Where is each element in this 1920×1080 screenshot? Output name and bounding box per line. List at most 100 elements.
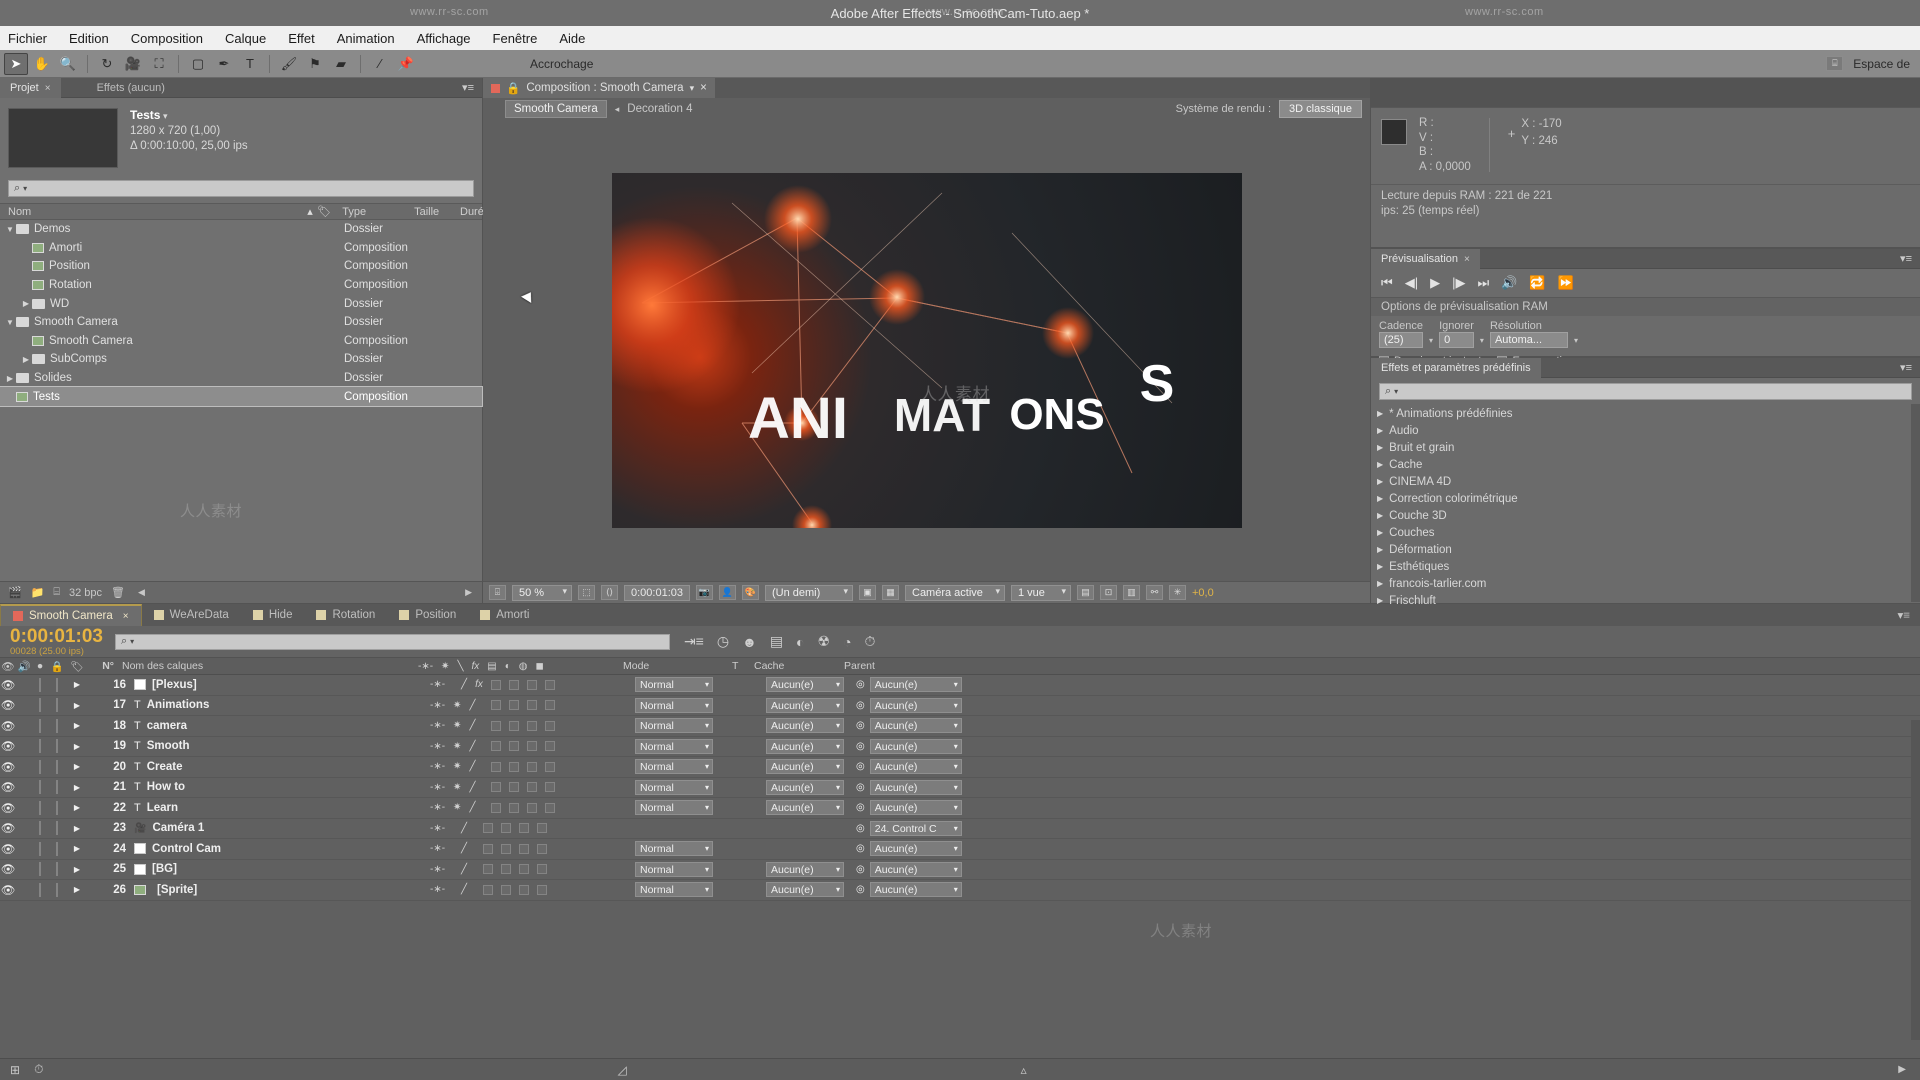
pickwhip-icon[interactable]: ◎ <box>856 782 865 793</box>
new-folder-icon[interactable]: 📁 <box>31 586 45 599</box>
layer-switches[interactable]: -∗- ╱ <box>424 823 629 834</box>
twirl-right-icon[interactable]: ▶ <box>1377 494 1383 503</box>
zoom-out-icon[interactable]: ◿ <box>617 1063 626 1077</box>
layer-mode-select[interactable]: Normal <box>635 841 713 857</box>
col-taille[interactable]: Taille <box>406 206 452 218</box>
frameblend-toggle[interactable] <box>483 823 494 834</box>
interpret-footage-icon[interactable]: ⌸ <box>53 586 60 599</box>
twirl-icon[interactable]: ▼ <box>4 318 16 327</box>
layer-visibility-toggle[interactable]: 👁 <box>0 739 16 753</box>
pickwhip-icon[interactable]: ◎ <box>856 802 865 813</box>
layer-name-cell[interactable]: Tcamera <box>134 720 424 732</box>
chevron-down-icon[interactable]: ▾ <box>1429 336 1433 348</box>
frameblend-toggle[interactable] <box>491 782 502 793</box>
three-d-toggle[interactable] <box>537 884 548 895</box>
layer-lock-toggle[interactable] <box>48 800 66 815</box>
shy-toggle[interactable]: -∗- <box>430 823 445 834</box>
text-tool[interactable]: T <box>238 53 262 75</box>
composition-breadcrumb[interactable]: Smooth Camera ◂ Decoration 4 Système de … <box>483 98 1370 120</box>
adjustment-toggle[interactable] <box>519 864 530 875</box>
effect-category-row[interactable]: ▶ francois-tarlier.com <box>1371 575 1920 592</box>
effects-category-list[interactable]: ▶ * Animations prédéfinies ▶ Audio ▶ Bruit et… <box>1371 405 1920 609</box>
motionblur-toggle[interactable] <box>509 741 520 752</box>
layer-twirl-icon[interactable]: ▶ <box>66 701 88 710</box>
layer-lock-toggle[interactable] <box>48 862 66 877</box>
effect-category-row[interactable]: ▶ Correction colorimétrique <box>1371 490 1920 507</box>
layer-name-cell[interactable]: Control Cam <box>134 843 424 855</box>
layer-twirl-icon[interactable]: ▶ <box>66 824 88 833</box>
graph-editor-icon[interactable]: ◔ <box>843 634 851 650</box>
collapse-toggle[interactable]: ✷ <box>453 802 461 813</box>
frame-render-time-icon[interactable]: ⏱ <box>34 1062 43 1077</box>
quality-toggle[interactable]: ╱ <box>469 802 475 813</box>
layer-mode-select[interactable]: Normal <box>635 861 713 877</box>
timeline-tab-bar[interactable]: Smooth Camera × WeAreData Hide Rotation Posit… <box>0 604 1920 626</box>
breadcrumb-current[interactable]: Smooth Camera <box>505 100 607 118</box>
layer-cache-cell[interactable]: Aucun(e) <box>766 882 856 898</box>
shape-tool[interactable]: ▢ <box>186 53 210 75</box>
motionblur-toggle[interactable] <box>501 864 512 875</box>
project-row[interactable]: Tests Composition <box>0 386 483 407</box>
render-system-control[interactable]: Système de rendu : 3D classique <box>1176 100 1370 118</box>
hand-tool[interactable]: ✋ <box>30 53 54 75</box>
col-type[interactable]: Type <box>334 206 406 218</box>
layer-name-cell[interactable]: T Learn <box>134 802 424 814</box>
chevron-down-icon[interactable]: ▾ <box>130 637 134 646</box>
layer-parent-cell[interactable]: ◎ Aucun(e) <box>856 738 981 754</box>
shy-toggle[interactable]: -∗- <box>430 761 445 772</box>
layer-visibility-toggle[interactable]: 👁 <box>0 862 16 876</box>
roi-icon[interactable]: ⬚ <box>578 585 595 600</box>
effects-tab-bar[interactable]: Effets et paramètres prédéfinis ▾≡ <box>1371 357 1920 378</box>
close-icon[interactable]: × <box>700 82 707 94</box>
layer-solo-toggle[interactable] <box>32 841 48 856</box>
effect-category-row[interactable]: ▶ * Animations prédéfinies <box>1371 405 1920 422</box>
shy-toggle[interactable]: -∗- <box>430 864 445 875</box>
twirl-right-icon[interactable]: ▶ <box>1377 562 1383 571</box>
frameblend-toggle[interactable] <box>483 864 494 875</box>
timeline-tab[interactable]: Smooth Camera × <box>0 604 142 626</box>
layer-row[interactable]: 👁 ▶ 16 [Plexus] -∗- ╱ fx Normal Aucun(e) ◎ Aucun(e… <box>0 675 1920 696</box>
quality-toggle[interactable]: ╱ <box>469 782 475 793</box>
layer-mode-cell[interactable]: Normal <box>629 697 744 713</box>
layer-row[interactable]: 👁 ▶ 23 🎥 Caméra 1 -∗- ╱ ◎ 24. Control C <box>0 819 1920 839</box>
adjustment-toggle[interactable] <box>527 741 538 752</box>
col-duree[interactable]: Durée <box>452 206 490 218</box>
twirl-right-icon[interactable]: ▶ <box>1377 511 1383 520</box>
layer-cache-cell[interactable]: Aucun(e) <box>766 738 856 754</box>
quality-toggle[interactable]: ╱ <box>469 720 475 731</box>
three-d-toggle[interactable] <box>544 679 555 690</box>
quality-toggle[interactable]: ╱ <box>469 741 475 752</box>
project-item-list[interactable]: ▼ Demos Dossier Amorti Composition Position Co… <box>0 220 483 407</box>
layer-solo-toggle[interactable] <box>32 800 48 815</box>
frameblend-toggle[interactable] <box>491 741 502 752</box>
pan-behind-tool[interactable]: ⛶ <box>147 53 171 75</box>
layer-cache-select[interactable]: Aucun(e) <box>766 718 844 734</box>
shy-toggle[interactable]: -∗- <box>430 700 445 711</box>
menu-effet[interactable]: Effet <box>288 31 315 46</box>
panel-menu-icon[interactable]: ▾≡ <box>1898 608 1920 622</box>
motionblur-toggle[interactable] <box>501 884 512 895</box>
twirl-right-icon[interactable]: ▶ <box>1377 545 1383 554</box>
composition-mini-flowchart-icon[interactable]: ⇥≡ <box>684 633 704 650</box>
timeline-scroll-right-icon[interactable]: ▶ <box>1898 1064 1906 1075</box>
three-d-toggle[interactable] <box>545 720 556 731</box>
chevron-down-icon[interactable]: ▾ <box>23 184 27 193</box>
layer-switches[interactable]: -∗- ✷ ╱ <box>424 741 629 752</box>
layer-cache-cell[interactable]: Aucun(e) <box>766 697 856 713</box>
menu-fenetre[interactable]: Fenêtre <box>493 31 538 46</box>
layer-name-cell[interactable]: T Create <box>134 761 424 773</box>
twirl-right-icon[interactable]: ▶ <box>1377 443 1383 452</box>
layer-twirl-icon[interactable]: ▶ <box>66 885 88 894</box>
layer-parent-cell[interactable]: ◎ Aucun(e) <box>856 779 981 795</box>
audio-icon[interactable]: 🔊 <box>1501 275 1517 291</box>
layer-parent-select[interactable]: 24. Control C <box>869 820 962 836</box>
last-frame-icon[interactable]: ⏭ <box>1477 275 1489 291</box>
pickwhip-icon[interactable]: ◎ <box>856 741 865 752</box>
next-frame-icon[interactable]: |▶ <box>1452 275 1465 291</box>
cadence-group[interactable]: Cadence (25) <box>1379 320 1424 348</box>
project-column-headers[interactable]: Nom ▴ 🏷 Type Taille Durée <box>0 203 490 220</box>
reset-exposure-icon[interactable]: ✳ <box>1169 585 1186 600</box>
bit-depth-label[interactable]: 32 bpc <box>69 587 102 599</box>
tool-bar[interactable]: ➤ ✋ 🔍 ↻ 🎥 ⛶ ▢ ✒ T 🖌 ⚑ ▰ ⁄ 📌 Accrochage ⌸… <box>0 50 1920 78</box>
brush-tool[interactable]: 🖌 <box>277 53 301 75</box>
